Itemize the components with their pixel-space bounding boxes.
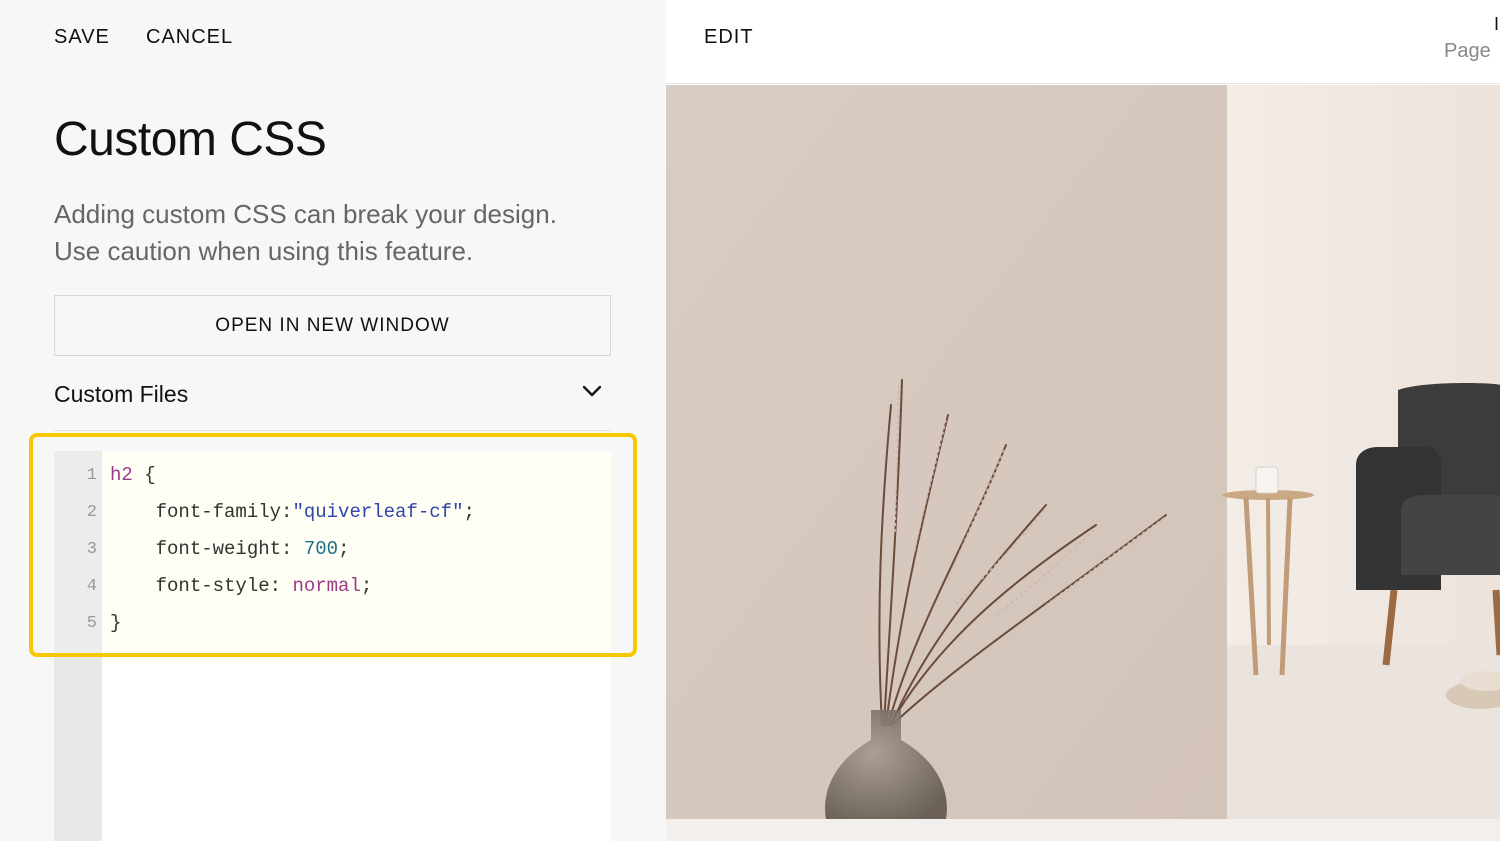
custom-files-dropdown[interactable]: Custom Files <box>54 376 611 412</box>
line-number: 3 <box>86 540 97 559</box>
divider <box>54 430 611 431</box>
chevron-down-icon <box>583 385 601 403</box>
code-line[interactable]: 5} <box>54 605 611 642</box>
preview-header: EDIT I Page <box>666 0 1500 84</box>
interior-photo <box>666 85 1500 819</box>
code-token: ; <box>338 538 350 560</box>
line-number: 4 <box>86 577 97 596</box>
code-token: "quiverleaf-cf" <box>292 501 464 523</box>
warning-text: Adding custom CSS can break your design.… <box>54 196 634 270</box>
css-editor-panel: SAVE CANCEL Custom CSS Adding custom CSS… <box>0 0 666 841</box>
code-line[interactable]: 2 font-family:"quiverleaf-cf"; <box>54 494 611 531</box>
line-number: 1 <box>86 466 97 485</box>
code-token: normal <box>292 575 361 597</box>
hero-image <box>666 85 1500 819</box>
code-token: ; <box>463 501 475 523</box>
custom-files-label: Custom Files <box>54 380 189 407</box>
code-line[interactable]: 1 h2 { <box>54 457 611 494</box>
line-number: 5 <box>86 614 97 633</box>
cancel-button[interactable]: CANCEL <box>146 26 233 49</box>
code-line[interactable]: 4 font-style: normal; <box>54 568 611 605</box>
code-token: h2 <box>110 464 133 486</box>
edit-button[interactable]: EDIT <box>704 26 754 49</box>
warning-line-1: Adding custom CSS can break your design. <box>54 199 557 229</box>
open-in-new-window-button[interactable]: OPEN IN NEW WINDOW <box>54 295 611 356</box>
line-code: font-style: normal; <box>110 568 373 605</box>
warning-line-2: Use caution when using this feature. <box>54 236 474 266</box>
page-label[interactable]: Page <box>1444 40 1491 63</box>
line-code: h2 { <box>110 457 156 494</box>
page-label-top: I <box>1494 14 1500 34</box>
line-code: } <box>110 605 121 642</box>
code-line[interactable]: 3 font-weight: 700; <box>54 531 611 568</box>
page-title: Custom CSS <box>54 113 327 166</box>
code-token: font-style: <box>110 575 293 597</box>
code-editor[interactable]: 1 h2 {2 font-family:"quiverleaf-cf"; 3 fon… <box>54 451 611 841</box>
line-code: font-weight: 700; <box>110 531 350 568</box>
save-button[interactable]: SAVE <box>54 26 110 49</box>
code-token: font-weight: <box>110 538 304 560</box>
site-preview: EDIT I Page <box>666 0 1500 841</box>
code-token: 700 <box>303 538 339 560</box>
code-token: { <box>132 464 156 486</box>
line-code: font-family:"quiverleaf-cf"; <box>110 494 475 531</box>
line-number: 2 <box>86 503 97 522</box>
code-token: ; <box>360 575 373 597</box>
code-token: font-family: <box>110 501 293 523</box>
preview-footer-strip <box>666 819 1500 841</box>
code-token: } <box>110 612 122 634</box>
